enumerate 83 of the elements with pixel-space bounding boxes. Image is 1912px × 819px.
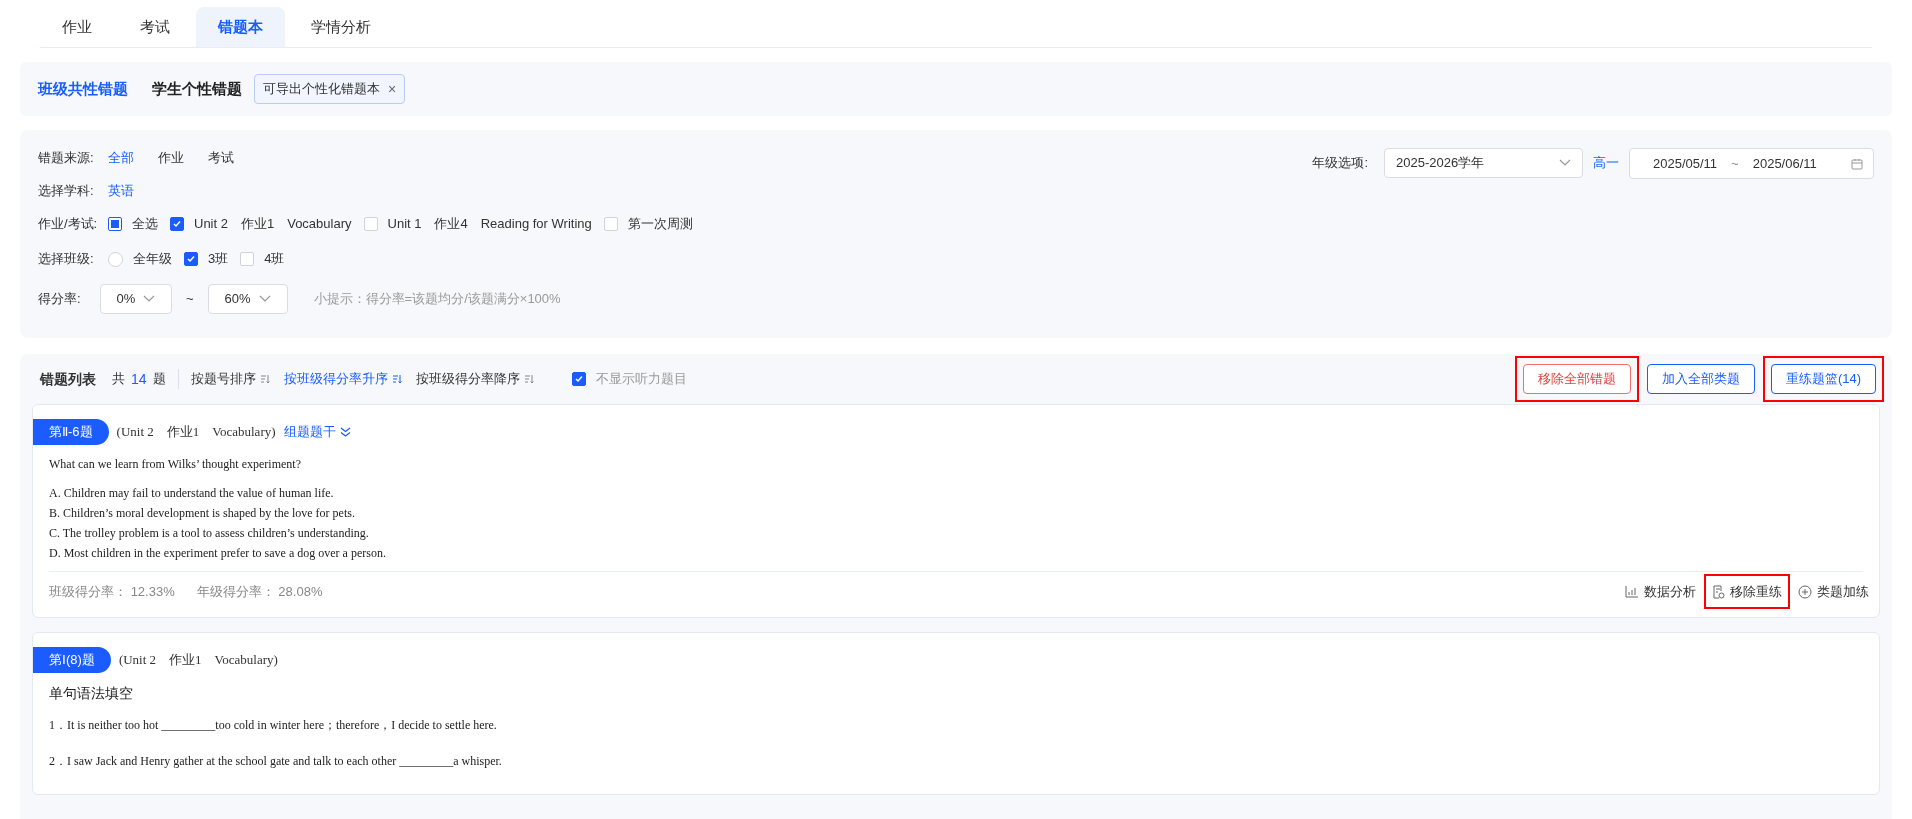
date-separator: ~ — [1731, 154, 1739, 173]
checkbox-label: Unit 1 作业4 Reading for Writing — [387, 215, 592, 234]
checkmark-icon — [172, 219, 182, 229]
question-count: 14 — [131, 369, 147, 389]
radio-button[interactable] — [108, 251, 123, 267]
card-action[interactable]: 类题加练 — [1798, 581, 1869, 602]
checkmark-icon — [573, 374, 584, 384]
sort-option[interactable]: 按题号排序 — [177, 369, 272, 389]
question-text: 2．I saw Jack and Henry gather at the school gate and talk to each other _________a whisper. — [49, 753, 503, 770]
action-button[interactable]: 加入全部类题 — [1646, 364, 1755, 394]
checkbox-label: 第一次周测 — [627, 215, 693, 234]
list-title: 错题列表 — [40, 369, 96, 389]
question-text: 1．It is neither too hot _________too cold in winter here；therefore，I decide to settle here. — [49, 717, 498, 734]
checkbox-label: 4班 — [264, 250, 285, 269]
checkbox[interactable] — [184, 252, 198, 266]
hint-text: 小提示：得分率=该题均分/该题满分×100% — [313, 290, 561, 309]
checkbox-label: 全选 — [132, 215, 158, 234]
filter-label: 作业/考试: — [38, 215, 99, 234]
filter-label: 错题来源: — [38, 149, 95, 168]
sort-icon — [259, 374, 270, 384]
document-remove-icon — [1712, 584, 1725, 599]
question-text: B. Children’s moral development is shaped by the love for pets. — [49, 505, 356, 522]
filter-label: 年级选项: — [1312, 154, 1368, 172]
section-heading: 单句语法填空 — [49, 684, 134, 703]
start-date: 2025/05/11 — [1653, 154, 1718, 173]
calendar-icon — [1851, 157, 1863, 170]
double-chevron-down-icon — [339, 427, 351, 437]
date-range-field[interactable]: 2025/05/11 ~ 2025/06/11 — [1629, 148, 1874, 179]
filter-label: 选择班级: — [38, 250, 95, 269]
card-action[interactable]: 移除重练 — [1712, 581, 1782, 602]
chevron-down-icon — [258, 295, 271, 303]
question-badge: 第Ⅱ-6题 — [33, 419, 109, 445]
checkbox[interactable] — [571, 372, 586, 386]
action-button[interactable]: 重练题篮(14) — [1770, 364, 1876, 394]
question-text: C. The trolley problem is a tool to assess children’s understanding. — [49, 525, 370, 542]
question-text: What can we learn from Wilks’ thought experiment? — [49, 456, 302, 473]
count-suffix: 题 — [152, 370, 166, 389]
sort-option[interactable]: 按班级得分率降序 — [403, 369, 536, 389]
source-option[interactable]: 作业 — [158, 148, 184, 168]
score-to-select[interactable]: 60% — [207, 284, 288, 314]
card-action[interactable]: 数据分析 — [1625, 581, 1696, 602]
close-button[interactable]: × — [388, 78, 397, 100]
end-date: 2025/06/11 — [1752, 154, 1817, 173]
count-prefix: 共 — [112, 370, 125, 389]
question-text: D. Most children in the experiment prefer to save a dog over a person. — [49, 545, 387, 562]
plus-circle-icon — [1798, 584, 1812, 599]
question-badge: 第Ⅰ(8)题 — [33, 647, 111, 673]
checkbox[interactable] — [108, 217, 122, 231]
score-stat: 班级得分率： 12.33% — [49, 582, 175, 601]
sort-option[interactable]: 按班级得分率升序 — [271, 369, 404, 389]
subtab[interactable]: 学生个性错题 — [152, 77, 242, 101]
grade-link[interactable]: 高一 — [1593, 148, 1619, 178]
source-option[interactable]: 全部 — [108, 148, 134, 168]
range-separator: ~ — [186, 290, 194, 309]
sort-icon — [523, 374, 534, 384]
checkbox-label: Unit 2 作业1 Vocabulary — [194, 215, 352, 234]
tab[interactable]: 考试 — [118, 7, 192, 47]
tag-label: 可导出个性化错题本 — [263, 80, 380, 99]
checkbox[interactable] — [170, 217, 184, 231]
filter-label: 得分率: — [38, 290, 82, 309]
score-stat: 年级得分率： 28.08% — [196, 582, 323, 601]
tab[interactable]: 学情分析 — [289, 7, 393, 47]
grade-select[interactable]: 2025-2026学年 — [1384, 148, 1583, 178]
score-from-select[interactable]: 0% — [100, 284, 172, 314]
question-source: (Unit 2 作业1 Vocabulary) — [116, 423, 276, 442]
tab[interactable]: 作业 — [40, 7, 114, 47]
checkbox-label: 全年级 — [133, 250, 172, 269]
tab[interactable]: 错题本 — [196, 7, 285, 47]
question-text: A. Children may fail to understand the value of human life. — [49, 485, 335, 502]
source-option[interactable]: 考试 — [208, 148, 234, 168]
filter-label: 选择学科: — [38, 182, 95, 201]
checkbox-label: 3班 — [208, 250, 229, 269]
subtab[interactable]: 班级共性错题 — [38, 77, 128, 101]
question-source: (Unit 2 作业1 Vocabulary) — [118, 651, 278, 670]
bar-chart-icon — [1625, 585, 1639, 598]
chevron-down-icon — [143, 295, 156, 303]
chevron-down-icon — [1559, 159, 1571, 167]
subject-option[interactable]: 英语 — [108, 181, 134, 201]
checkmark-icon — [186, 254, 196, 264]
stem-link[interactable]: 组题题干 — [283, 422, 351, 442]
sort-icon — [391, 374, 402, 384]
action-button[interactable]: 移除全部错题 — [1522, 364, 1631, 394]
checkbox-label: 不显示听力题目 — [595, 370, 687, 389]
